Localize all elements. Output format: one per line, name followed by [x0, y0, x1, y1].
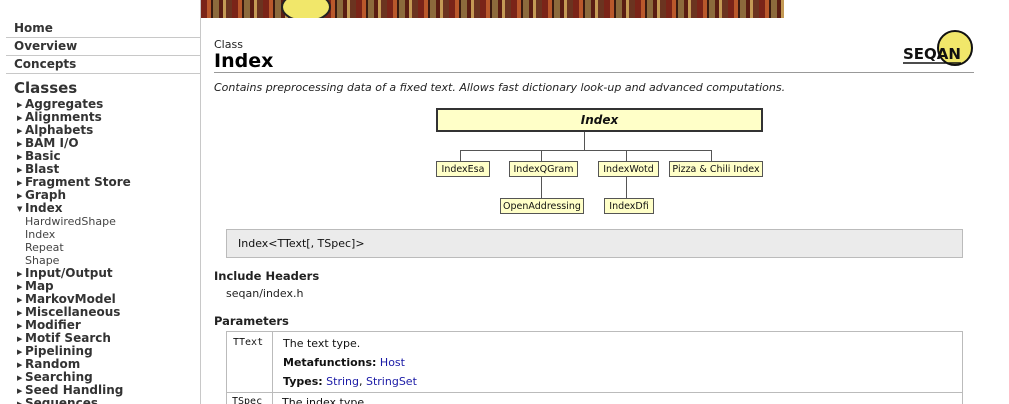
sidebar-category-label: Blast — [25, 162, 60, 176]
sidebar-category-label: Motif Search — [25, 331, 111, 345]
sidebar-subitem-index[interactable]: Index — [25, 228, 55, 241]
param-metafunctions: Metafunctions: Host — [283, 356, 405, 369]
title-divider — [214, 72, 974, 73]
nav-home[interactable]: Home — [6, 20, 200, 38]
diagram-connector — [541, 177, 542, 198]
diagram-node-indexwotd[interactable]: IndexWotd — [598, 161, 659, 177]
param-desc-ttext: The text type. — [283, 337, 361, 350]
sidebar-category-label: Aggregates — [25, 97, 104, 111]
sidebar-category-label: Random — [25, 357, 81, 371]
metafunctions-label: Metafunctions: — [283, 356, 377, 369]
sidebar-category-label: Alignments — [25, 110, 102, 124]
include-file: seqan/index.h — [226, 287, 304, 300]
diagram-connector — [460, 150, 461, 161]
diagram-node-indexesa[interactable]: IndexEsa — [436, 161, 490, 177]
diagram-node-indexdfi[interactable]: IndexDfi — [604, 198, 654, 214]
sidebar-category-label: Searching — [25, 370, 93, 384]
sidebar-category-label: Graph — [25, 188, 66, 202]
sidebar-category-label: Seed Handling — [25, 383, 124, 397]
sidebar-category-label: BAM I/O — [25, 136, 79, 150]
param-name-tspec: TSpec — [232, 396, 263, 404]
logo-text: SEQAN — [903, 45, 961, 63]
diagram-connector — [711, 150, 712, 161]
nav-overview[interactable]: Overview — [6, 38, 200, 56]
sidebar-category-label: Pipelining — [25, 344, 93, 358]
sidebar-category-sequences[interactable]: ▶ Sequences — [17, 397, 98, 404]
diagram-connector — [584, 132, 585, 150]
class-description: Contains preprocessing data of a fixed t… — [214, 81, 786, 94]
sidebar-category-label: Sequences — [25, 396, 98, 404]
sidebar-category-label: Input/Output — [25, 266, 113, 280]
diagram-node-root[interactable]: Index — [436, 108, 763, 132]
diagram-connector — [626, 150, 627, 161]
diagram-connector — [460, 150, 712, 151]
page-title: Index — [214, 50, 274, 72]
sidebar-category-index[interactable]: ▼ Index — [17, 202, 62, 215]
diagram-connector — [626, 177, 627, 198]
param-desc-tspec: The index type. — [282, 396, 368, 404]
sidebar-category-label: MarkovModel — [25, 292, 116, 306]
header-banner-image — [201, 0, 784, 18]
class-signature: Index<TText[, TSpec]> — [226, 229, 963, 258]
parameters-heading: Parameters — [214, 314, 289, 328]
collapsed-triangle-icon[interactable]: ▶ — [17, 398, 25, 404]
main-content: Class Index SEQAN Contains preprocessing… — [201, 18, 1009, 404]
sidebar-category-label: Map — [25, 279, 54, 293]
sidebar-category-label: Miscellaneous — [25, 305, 121, 319]
sidebar-category-label: Modifier — [25, 318, 81, 332]
sidebar: Home Overview Concepts Classes ▶ Aggregat… — [0, 0, 201, 404]
table-column-divider — [272, 332, 273, 404]
link-stringset[interactable]: StringSet — [366, 375, 417, 388]
sidebar-category-label: Fragment Store — [25, 175, 131, 189]
diagram-node-openaddressing[interactable]: OpenAddressing — [500, 198, 584, 214]
diagram-connector — [541, 150, 542, 161]
nav-concepts[interactable]: Concepts — [6, 56, 200, 74]
link-host[interactable]: Host — [380, 356, 405, 369]
parameters-table: TText The text type. Metafunctions: Host… — [226, 331, 963, 404]
sidebar-subitem-hardwiredshape[interactable]: HardwiredShape — [25, 215, 116, 228]
param-name-ttext: TText — [233, 337, 264, 348]
diagram-node-pizza-chili-index[interactable]: Pizza & Chili Index — [669, 161, 763, 177]
expanded-triangle-icon[interactable]: ▼ — [17, 203, 25, 216]
seqan-logo[interactable]: SEQAN — [901, 28, 975, 72]
section-title-classes: Classes — [14, 79, 78, 97]
sidebar-category-label: Alphabets — [25, 123, 94, 137]
param-types: Types: String, StringSet — [283, 375, 417, 388]
link-string[interactable]: String — [326, 375, 359, 388]
sidebar-category-label: Index — [25, 201, 63, 215]
diagram-node-indexqgram[interactable]: IndexQGram — [509, 161, 578, 177]
table-row-divider — [226, 392, 963, 393]
sidebar-category-label: Basic — [25, 149, 61, 163]
banner-book-graphic — [281, 0, 331, 18]
types-label: Types: — [283, 375, 323, 388]
types-separator: , — [358, 375, 366, 388]
include-headers-heading: Include Headers — [214, 269, 320, 283]
sidebar-subitem-repeat[interactable]: Repeat — [25, 241, 64, 254]
